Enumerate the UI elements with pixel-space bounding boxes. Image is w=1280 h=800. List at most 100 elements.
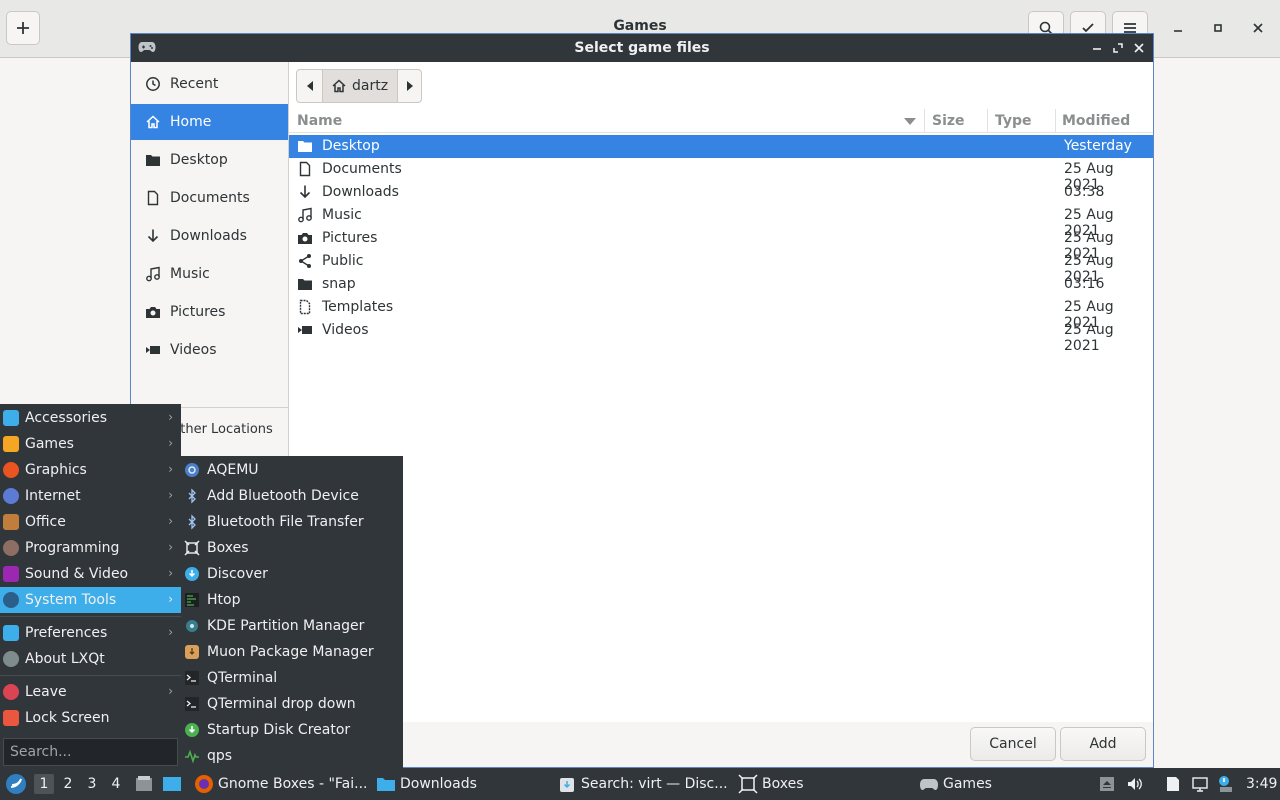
sidebar-item-label: Pictures xyxy=(170,304,226,320)
workspace-1[interactable]: 1 xyxy=(34,774,54,794)
path-segment-home[interactable]: dartz xyxy=(323,70,397,102)
sidebar-item-documents[interactable]: Documents xyxy=(131,180,288,216)
menu-item-office[interactable]: Office › xyxy=(0,509,181,535)
menu-item-qterminal-drop-down[interactable]: QTerminal drop down xyxy=(181,691,403,717)
menu-item-graphics[interactable]: Graphics › xyxy=(0,457,181,483)
system-tools-icon xyxy=(3,592,19,608)
menu-item-label: Bluetooth File Transfer xyxy=(207,514,364,530)
menu-item-internet[interactable]: Internet › xyxy=(0,483,181,509)
sidebar-item-downloads[interactable]: Downloads xyxy=(131,218,288,254)
column-name[interactable]: Name xyxy=(297,113,342,129)
workspace-4[interactable]: 4 xyxy=(106,774,126,794)
task-games[interactable]: Games xyxy=(919,768,1079,800)
file-row[interactable]: Templates 25 Aug 2021 xyxy=(289,296,1153,331)
menu-item-label: QTerminal xyxy=(207,670,278,686)
menu-item-label: About LXQt xyxy=(25,651,105,667)
sidebar-item-home[interactable]: Home xyxy=(131,104,288,140)
task-discover-search[interactable]: Search: virt — Disc... xyxy=(557,768,733,800)
column-size[interactable]: Size xyxy=(932,113,965,129)
menu-search-input[interactable]: Search... xyxy=(3,738,178,766)
tray-updates[interactable] xyxy=(1216,768,1236,800)
task-label: Search: virt — Disc... xyxy=(581,776,728,792)
menu-item-games[interactable]: Games › xyxy=(0,431,181,457)
tray-eject[interactable] xyxy=(1098,768,1116,800)
home-icon xyxy=(332,79,346,93)
sidebar-item-recent[interactable]: Recent xyxy=(131,66,288,102)
clock[interactable]: 3:49 xyxy=(1246,768,1277,800)
workspace-3[interactable]: 3 xyxy=(82,774,102,794)
menu-item-muon-package-manager[interactable]: Muon Package Manager xyxy=(181,639,403,665)
htop-icon xyxy=(184,592,200,608)
path-forward-button[interactable] xyxy=(397,70,421,102)
sidebar-item-pictures[interactable]: Pictures xyxy=(131,294,288,330)
cancel-button[interactable]: Cancel xyxy=(970,727,1056,761)
menu-item-lock-screen[interactable]: Lock Screen xyxy=(0,705,181,731)
start-menu-button[interactable] xyxy=(5,768,27,800)
menu-item-about-lxqt[interactable]: About LXQt xyxy=(0,646,181,672)
file-row[interactable]: Pictures 25 Aug 2021 xyxy=(289,227,1153,262)
close-icon xyxy=(1253,23,1263,33)
menu-item-label: Internet xyxy=(25,488,81,504)
file-row[interactable]: Downloads 03:38 xyxy=(289,181,1153,204)
menu-item-label: Discover xyxy=(207,566,268,582)
workspace-2[interactable]: 2 xyxy=(58,774,78,794)
dialog-close-button[interactable] xyxy=(1131,40,1147,56)
menu-item-leave[interactable]: Leave › xyxy=(0,679,181,705)
menu-separator xyxy=(0,675,181,676)
quicklaunch-desktop[interactable] xyxy=(162,768,182,800)
menu-item-discover[interactable]: Discover xyxy=(181,561,403,587)
menu-item-label: Graphics xyxy=(25,462,87,478)
minimize-button[interactable] xyxy=(1168,18,1188,38)
menu-item-preferences[interactable]: Preferences › xyxy=(0,620,181,646)
menu-item-qps[interactable]: qps xyxy=(181,743,403,769)
path-back-button[interactable] xyxy=(297,70,323,102)
sidebar-item-music[interactable]: Music xyxy=(131,256,288,292)
menu-item-qterminal[interactable]: QTerminal xyxy=(181,665,403,691)
quicklaunch-file-manager[interactable] xyxy=(134,768,154,800)
menu-item-add-bluetooth-device[interactable]: Add Bluetooth Device xyxy=(181,483,403,509)
file-row[interactable]: Public 25 Aug 2021 xyxy=(289,250,1153,285)
sidebar-item-desktop[interactable]: Desktop xyxy=(131,142,288,178)
menu-item-boxes[interactable]: Boxes xyxy=(181,535,403,561)
file-row[interactable]: Desktop Yesterday xyxy=(289,135,1153,158)
menu-item-label: Programming xyxy=(25,540,120,556)
tray-volume[interactable] xyxy=(1126,768,1144,800)
folder-icon xyxy=(297,276,313,292)
menu-item-kde-partition-manager[interactable]: KDE Partition Manager xyxy=(181,613,403,639)
file-row[interactable]: Videos 25 Aug 2021 xyxy=(289,319,1153,354)
dialog-minimize-button[interactable] xyxy=(1089,40,1105,56)
menu-item-sound-video[interactable]: Sound & Video › xyxy=(0,561,181,587)
file-modified: 03:38 xyxy=(1064,184,1105,200)
file-row[interactable]: snap 03:16 xyxy=(289,273,1153,296)
file-row[interactable]: Documents 25 Aug 2021 xyxy=(289,158,1153,193)
task-boxes[interactable]: Boxes xyxy=(738,768,898,800)
sidebar-item-videos[interactable]: Videos xyxy=(131,332,288,368)
menu-item-bluetooth-file-transfer[interactable]: Bluetooth File Transfer xyxy=(181,509,403,535)
menu-item-system-tools[interactable]: System Tools › xyxy=(0,587,181,613)
menu-item-accessories[interactable]: Accessories › xyxy=(0,405,181,431)
add-game-button[interactable] xyxy=(6,11,40,45)
task-gnome-boxes[interactable]: Gnome Boxes - "Fai... xyxy=(194,768,370,800)
clock-icon xyxy=(145,76,161,92)
add-button[interactable]: Add xyxy=(1060,727,1146,761)
menu-item-startup-disk-creator[interactable]: Startup Disk Creator xyxy=(181,717,403,743)
menu-separator xyxy=(0,616,181,617)
close-button[interactable] xyxy=(1248,18,1268,38)
file-row[interactable]: Music 25 Aug 2021 xyxy=(289,204,1153,239)
file-list-header: Name Size Type Modified xyxy=(289,109,1153,133)
task-label: Games xyxy=(943,776,992,792)
dialog-maximize-button[interactable] xyxy=(1110,40,1126,56)
dialog-titlebar[interactable]: Select game files xyxy=(131,34,1153,62)
column-type[interactable]: Type xyxy=(995,113,1032,129)
menu-item-programming[interactable]: Programming › xyxy=(0,535,181,561)
tray-clipboard[interactable] xyxy=(1164,768,1182,800)
menu-item-htop[interactable]: Htop xyxy=(181,587,403,613)
sort-down-icon[interactable] xyxy=(904,118,916,126)
task-downloads[interactable]: Downloads xyxy=(376,768,536,800)
aqemu-icon xyxy=(184,462,200,478)
maximize-button[interactable] xyxy=(1208,18,1228,38)
chevron-right-icon: › xyxy=(168,684,173,698)
tray-network[interactable] xyxy=(1191,768,1209,800)
menu-item-aqemu[interactable]: AQEMU xyxy=(181,457,403,483)
column-modified[interactable]: Modified xyxy=(1062,113,1130,129)
